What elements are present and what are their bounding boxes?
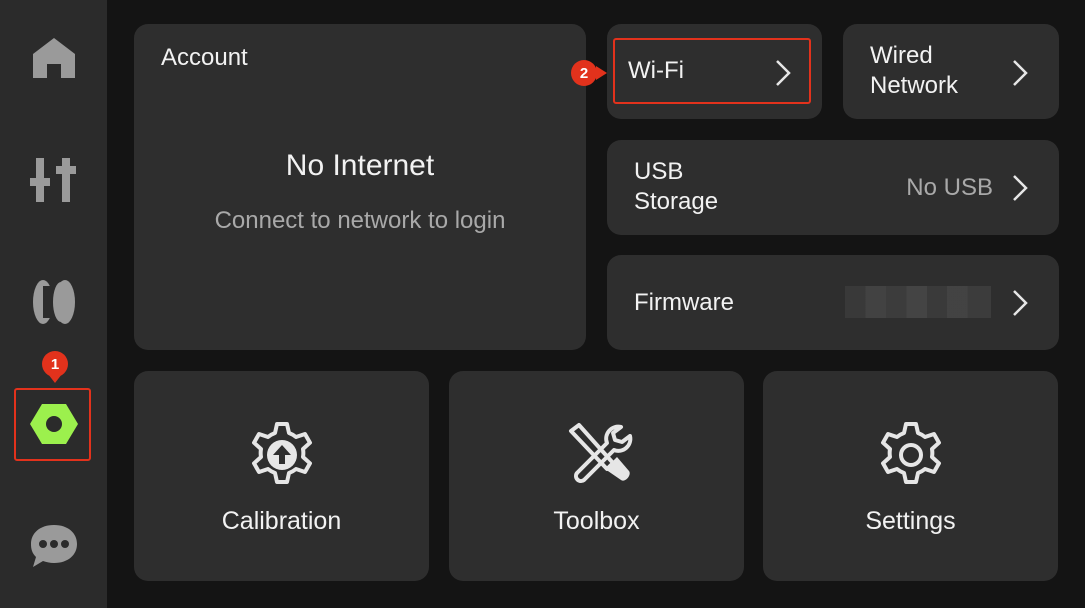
- usb-storage-label: USB Storage: [634, 158, 719, 215]
- chat-bubble-icon: [30, 525, 77, 567]
- sidebar-item-messages[interactable]: [0, 506, 107, 586]
- account-card[interactable]: Account No Internet Connect to network t…: [134, 24, 586, 350]
- calibration-tile[interactable]: Calibration: [134, 371, 429, 581]
- account-hint: Connect to network to login: [214, 207, 506, 234]
- toolbox-tile[interactable]: Toolbox: [449, 371, 744, 581]
- calibration-label: Calibration: [221, 507, 342, 535]
- chevron-right-icon: [1013, 290, 1028, 316]
- home-icon: [32, 38, 75, 78]
- account-title: Account: [161, 44, 248, 71]
- sidebar-item-filament[interactable]: [0, 262, 107, 342]
- sidebar: [0, 0, 107, 608]
- wrench-screwdriver-icon: [568, 423, 632, 483]
- step1-highlight-box: [14, 388, 91, 461]
- step2-highlight-box: [613, 38, 811, 104]
- step1-badge-pointer: [48, 374, 62, 383]
- toolbox-label: Toolbox: [553, 507, 640, 535]
- step2-badge: 2: [571, 60, 597, 86]
- sidebar-item-home[interactable]: [0, 18, 107, 98]
- settings-tile[interactable]: Settings: [763, 371, 1058, 581]
- step2-badge-pointer: [596, 66, 607, 80]
- wired-network-button[interactable]: Wired Network: [843, 24, 1059, 119]
- wired-network-label: Wired Network: [870, 42, 959, 99]
- filament-spool-icon: [32, 280, 75, 324]
- firmware-label: Firmware: [634, 289, 734, 316]
- firmware-version-redacted: [845, 286, 991, 318]
- usb-storage-button[interactable]: USB Storage No USB: [607, 140, 1059, 235]
- sliders-icon: [29, 158, 76, 202]
- gear-icon: [880, 422, 941, 484]
- firmware-button[interactable]: Firmware: [607, 255, 1059, 350]
- chevron-right-icon: [1013, 60, 1028, 86]
- chevron-right-icon: [1013, 175, 1028, 201]
- settings-label: Settings: [865, 507, 956, 535]
- gear-upload-icon: [251, 422, 312, 484]
- usb-status-value: No USB: [906, 174, 993, 201]
- sidebar-item-controls[interactable]: [0, 140, 107, 220]
- account-status: No Internet: [285, 149, 435, 182]
